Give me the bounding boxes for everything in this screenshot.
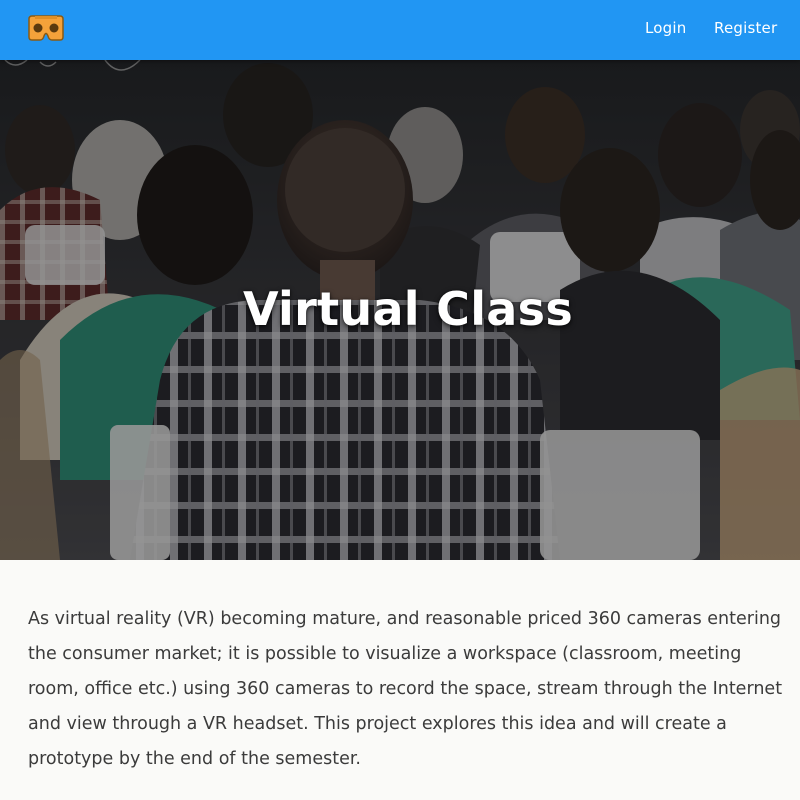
hero-banner: Virtual Class xyxy=(0,60,800,560)
main-content: As virtual reality (VR) becoming mature,… xyxy=(0,560,800,800)
vr-cardboard-icon[interactable] xyxy=(27,15,65,43)
navbar: Login Register xyxy=(0,0,800,60)
page-title: Virtual Class xyxy=(242,282,574,336)
project-description: As virtual reality (VR) becoming mature,… xyxy=(28,609,783,769)
login-link[interactable]: Login xyxy=(645,18,686,38)
register-link[interactable]: Register xyxy=(714,18,777,38)
